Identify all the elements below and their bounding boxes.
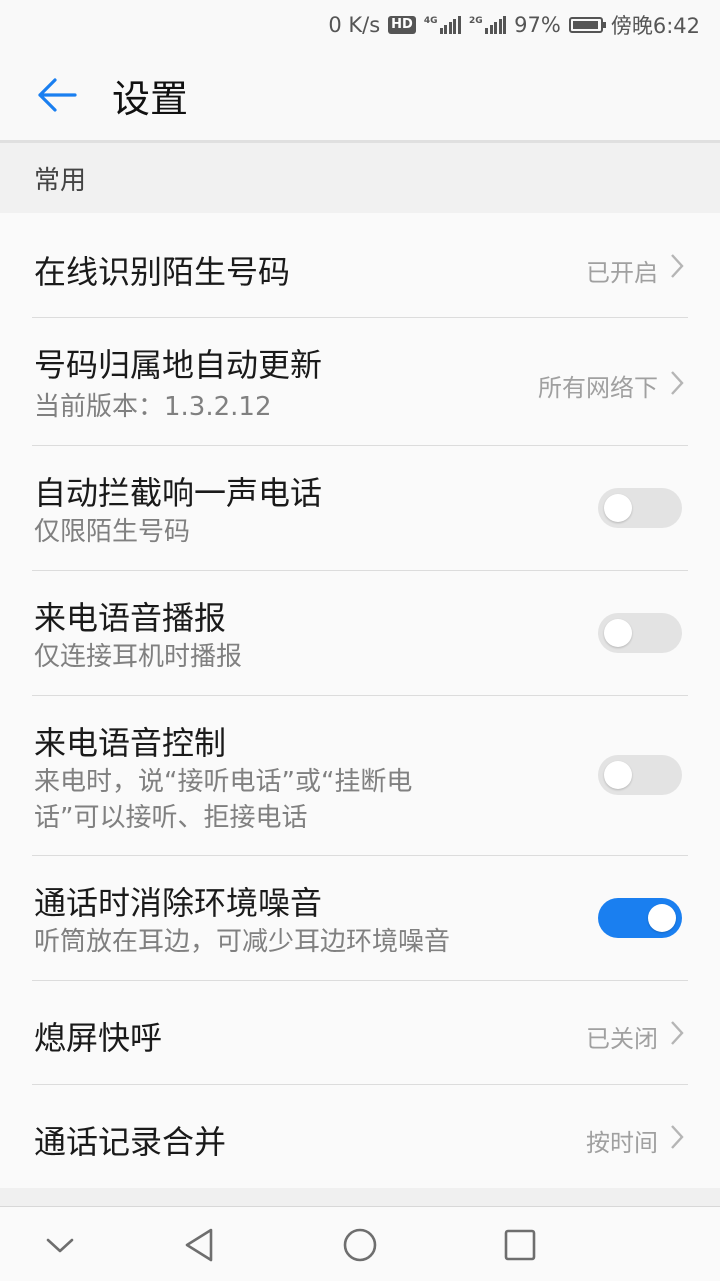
toggle-switch[interactable] bbox=[598, 898, 682, 938]
net-speed: 0 K/s bbox=[328, 13, 381, 37]
chevron-right-icon bbox=[671, 1021, 684, 1045]
setting-number-location-update[interactable]: 号码归属地自动更新 当前版本：1.3.2.12 所有网络下 bbox=[0, 318, 720, 446]
home-circle-icon[interactable] bbox=[338, 1223, 382, 1267]
sim2-signal-icon: 2G bbox=[468, 16, 507, 34]
chevron-right-icon bbox=[671, 254, 684, 278]
setting-value: 已关闭 bbox=[586, 1025, 658, 1053]
battery-percent: 97% bbox=[514, 13, 561, 37]
hd-badge: HD bbox=[388, 16, 416, 34]
sim2-tag: 2G bbox=[468, 16, 483, 26]
recents-square-icon[interactable] bbox=[498, 1223, 542, 1267]
chevron-right-icon bbox=[671, 1125, 684, 1149]
navigation-bar bbox=[0, 1206, 720, 1281]
setting-title: 自动拦截响一声电话 bbox=[34, 474, 323, 512]
setting-incoming-call-announce: 来电语音播报 仅连接耳机时播报 bbox=[0, 571, 720, 696]
setting-subtitle: 仅连接耳机时播报 bbox=[34, 642, 243, 672]
chevron-right-icon bbox=[671, 371, 684, 395]
page-title: 设置 bbox=[112, 76, 189, 121]
setting-title: 号码归属地自动更新 bbox=[34, 346, 323, 384]
setting-title: 通话时消除环境噪音 bbox=[34, 884, 323, 922]
toggle-knob bbox=[648, 904, 676, 932]
setting-online-identify-unknown[interactable]: 在线识别陌生号码 已开启 bbox=[0, 213, 720, 318]
setting-merge-call-log[interactable]: 通话记录合并 按时间 bbox=[0, 1085, 720, 1188]
setting-incoming-call-voice-control: 来电语音控制 来电时，说“接听电话”或“挂断电 话”可以接听、拒接电话 bbox=[0, 696, 720, 856]
toggle-switch[interactable] bbox=[598, 613, 682, 653]
sim1-signal-icon: 4G bbox=[424, 16, 461, 34]
toggle-knob bbox=[604, 761, 632, 789]
app-bar: 设置 bbox=[0, 50, 720, 143]
settings-list: 在线识别陌生号码 已开启 号码归属地自动更新 当前版本：1.3.2.12 所有网… bbox=[0, 213, 720, 1188]
setting-subtitle: 当前版本：1.3.2.12 bbox=[34, 392, 272, 422]
list-bottom-spacer bbox=[0, 1188, 720, 1206]
toggle-switch[interactable] bbox=[598, 755, 682, 795]
toggle-knob bbox=[604, 619, 632, 647]
toggle-knob bbox=[604, 494, 632, 522]
setting-value: 已开启 bbox=[586, 259, 658, 287]
setting-subtitle: 仅限陌生号码 bbox=[34, 517, 191, 547]
toggle-switch[interactable] bbox=[598, 488, 682, 528]
setting-screen-off-quick-call[interactable]: 熄屏快呼 已关闭 bbox=[0, 981, 720, 1085]
setting-block-one-ring-calls: 自动拦截响一声电话 仅限陌生号码 bbox=[0, 446, 720, 571]
back-triangle-icon[interactable] bbox=[178, 1223, 222, 1267]
chevron-down-icon[interactable] bbox=[38, 1223, 82, 1267]
setting-subtitle-line2: 话”可以接听、拒接电话 bbox=[34, 803, 308, 833]
setting-title: 来电语音控制 bbox=[34, 724, 227, 762]
setting-value: 按时间 bbox=[586, 1129, 658, 1157]
section-header: 常用 bbox=[0, 143, 720, 213]
setting-title: 熄屏快呼 bbox=[34, 1019, 163, 1057]
setting-subtitle-line1: 来电时，说“接听电话”或“挂断电 bbox=[34, 767, 413, 797]
clock: 傍晚6:42 bbox=[610, 14, 700, 38]
setting-title: 在线识别陌生号码 bbox=[34, 253, 291, 291]
status-bar: 0 K/s HD 4G 2G 97% 傍晚6:42 bbox=[0, 0, 720, 50]
setting-subtitle: 听筒放在耳边，可减少耳边环境噪音 bbox=[34, 927, 451, 957]
battery-icon bbox=[568, 17, 606, 33]
arrow-left-icon bbox=[38, 78, 77, 112]
setting-noise-cancellation: 通话时消除环境噪音 听筒放在耳边，可减少耳边环境噪音 bbox=[0, 856, 720, 981]
back-button[interactable] bbox=[22, 60, 92, 130]
sim1-tag: 4G bbox=[423, 16, 438, 26]
setting-title: 通话记录合并 bbox=[34, 1123, 227, 1161]
setting-title: 来电语音播报 bbox=[34, 599, 227, 637]
setting-value: 所有网络下 bbox=[538, 374, 658, 402]
